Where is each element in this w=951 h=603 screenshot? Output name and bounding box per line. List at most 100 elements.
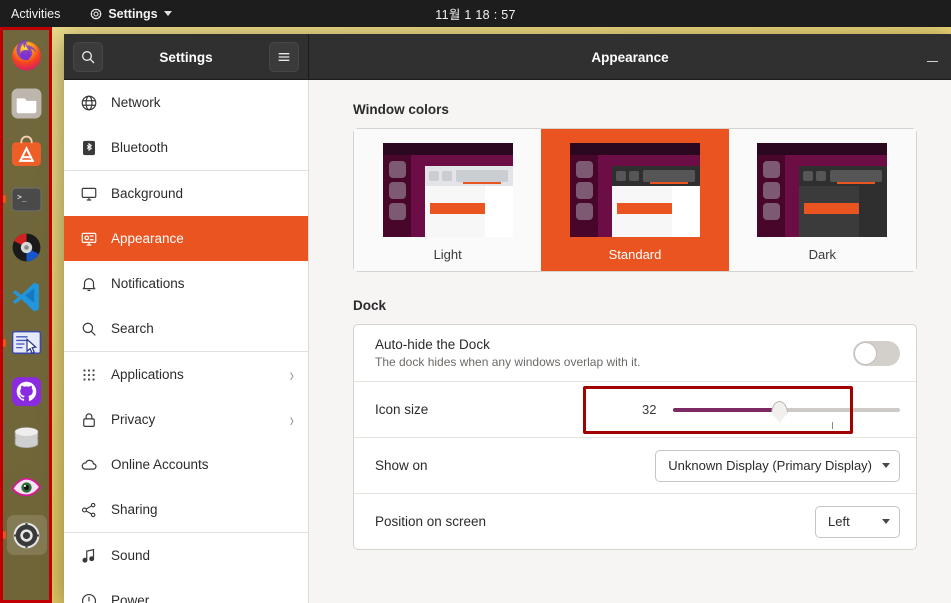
eye-icon	[11, 477, 41, 496]
svg-text:>_: >_	[17, 192, 27, 201]
sidebar-item-bluetooth[interactable]: Bluetooth	[64, 125, 308, 170]
window-title: Settings	[159, 49, 213, 65]
icon-size-slider-area: 32	[642, 400, 900, 429]
dock-item-github[interactable]	[7, 371, 47, 411]
slider-handle[interactable]	[771, 400, 789, 423]
sidebar-item-search[interactable]: Search	[64, 306, 308, 351]
position-dropdown[interactable]: Left	[815, 505, 900, 538]
auto-hide-toggle[interactable]	[853, 340, 900, 366]
sidebar-label: Bluetooth	[111, 140, 169, 155]
globe-icon	[79, 93, 98, 112]
clock[interactable]: 11월 1 18 : 57	[435, 4, 516, 23]
menu-button[interactable]	[268, 42, 299, 72]
dock: >_	[0, 27, 52, 603]
disc-burner-icon	[12, 233, 41, 261]
settings-window: Settings Appearance Network Bluetooth Ba…	[64, 34, 951, 603]
theme-label: Dark	[808, 247, 837, 262]
theme-label: Light	[433, 247, 462, 262]
dock-item-screen-recorder[interactable]	[7, 323, 47, 363]
theme-option-dark[interactable]: Dark	[729, 129, 916, 271]
terminal-icon: >_	[11, 187, 42, 211]
dock-item-eye-viewer[interactable]	[7, 467, 47, 507]
sidebar-item-power[interactable]: Power	[64, 578, 308, 603]
slider-fill	[673, 408, 780, 412]
toggle-knob	[854, 341, 877, 365]
dock-item-terminal[interactable]: >_	[7, 179, 47, 219]
activities-button[interactable]: Activities	[11, 7, 60, 21]
row-icon-size: Icon size 32	[354, 381, 916, 437]
position-label: Position on screen	[375, 514, 487, 529]
sidebar-item-appearance[interactable]: Appearance	[64, 216, 308, 261]
monitor-icon	[79, 184, 98, 203]
icon-size-slider[interactable]	[673, 400, 900, 429]
grid-dots-icon	[79, 365, 98, 384]
chevron-down-icon	[882, 463, 890, 468]
dock-item-firefox[interactable]	[7, 35, 47, 75]
share-icon	[79, 500, 98, 519]
show-on-dropdown[interactable]: Unknown Display (Primary Display)	[655, 449, 900, 482]
theme-option-light[interactable]: Light	[354, 129, 541, 271]
search-icon	[79, 319, 98, 338]
screen-recorder-icon	[11, 330, 42, 354]
sidebar-item-online-accounts[interactable]: Online Accounts	[64, 442, 308, 487]
slider-tick-mark	[831, 421, 833, 429]
search-icon	[82, 51, 95, 64]
header-left-section: Settings	[64, 34, 309, 80]
search-button[interactable]	[73, 42, 103, 72]
chevron-right-icon: ›	[289, 408, 294, 431]
dock-item-ubuntu-software[interactable]	[7, 131, 47, 171]
sidebar-item-notifications[interactable]: Notifications	[64, 261, 308, 306]
chevron-right-icon: ›	[289, 363, 294, 386]
sidebar-label: Network	[111, 95, 161, 110]
sidebar-label: Power	[111, 593, 150, 603]
page-title: Appearance	[591, 49, 669, 65]
bell-icon	[79, 274, 98, 293]
dock-item-files[interactable]	[7, 83, 47, 123]
theme-preview-light	[382, 143, 513, 237]
cloud-icon	[79, 455, 98, 474]
sidebar-item-sound[interactable]: Sound	[64, 533, 308, 578]
window-colors-title: Window colors	[353, 102, 449, 117]
settings-gear-icon	[13, 522, 40, 548]
minimize-icon	[926, 60, 938, 62]
settings-sidebar: Network Bluetooth Background Appearance …	[64, 80, 309, 603]
auto-hide-title: Auto-hide the Dock	[375, 337, 490, 352]
dock-settings-panel: Auto-hide the Dock The dock hides when a…	[353, 324, 917, 550]
sidebar-label: Search	[111, 321, 154, 336]
dock-item-database[interactable]	[7, 419, 47, 459]
sidebar-label: Privacy	[111, 412, 156, 427]
top-bar: Activities Settings 11월 1 18 : 57	[0, 0, 951, 27]
sidebar-item-sharing[interactable]: Sharing	[64, 487, 308, 532]
sidebar-item-privacy[interactable]: Privacy ›	[64, 397, 308, 442]
ubuntu-software-icon	[12, 135, 41, 166]
show-on-value: Unknown Display (Primary Display)	[668, 458, 872, 473]
appearance-icon	[79, 229, 98, 248]
music-note-icon	[79, 546, 98, 565]
dock-item-settings[interactable]	[6, 515, 47, 555]
sidebar-item-applications[interactable]: Applications ›	[64, 352, 308, 397]
row-auto-hide-dock: Auto-hide the Dock The dock hides when a…	[354, 325, 916, 381]
minimize-button[interactable]	[923, 48, 941, 66]
dock-item-disc-burner[interactable]	[7, 227, 47, 267]
github-icon	[12, 376, 41, 406]
theme-preview-dark	[757, 143, 888, 237]
theme-options: Light Standard Dark	[354, 129, 916, 271]
dock-item-vscode[interactable]	[7, 275, 47, 315]
sidebar-item-background[interactable]: Background	[64, 171, 308, 216]
theme-option-standard[interactable]: Standard	[541, 129, 729, 271]
chevron-down-icon	[163, 11, 172, 16]
sidebar-label: Background	[111, 186, 184, 201]
sidebar-item-network[interactable]: Network	[64, 80, 308, 125]
position-value: Left	[828, 514, 850, 529]
row-show-on: Show on Unknown Display (Primary Display…	[354, 437, 916, 493]
chevron-down-icon	[882, 519, 890, 524]
lock-icon	[79, 410, 98, 429]
vscode-icon	[12, 282, 39, 311]
bluetooth-icon	[79, 138, 98, 157]
sidebar-label: Notifications	[111, 276, 185, 291]
dock-section-title: Dock	[353, 298, 387, 313]
theme-preview-standard	[569, 143, 700, 237]
auto-hide-labels: Auto-hide the Dock The dock hides when a…	[375, 337, 853, 369]
app-menu-settings[interactable]: Settings	[89, 7, 172, 21]
power-icon	[79, 591, 98, 603]
